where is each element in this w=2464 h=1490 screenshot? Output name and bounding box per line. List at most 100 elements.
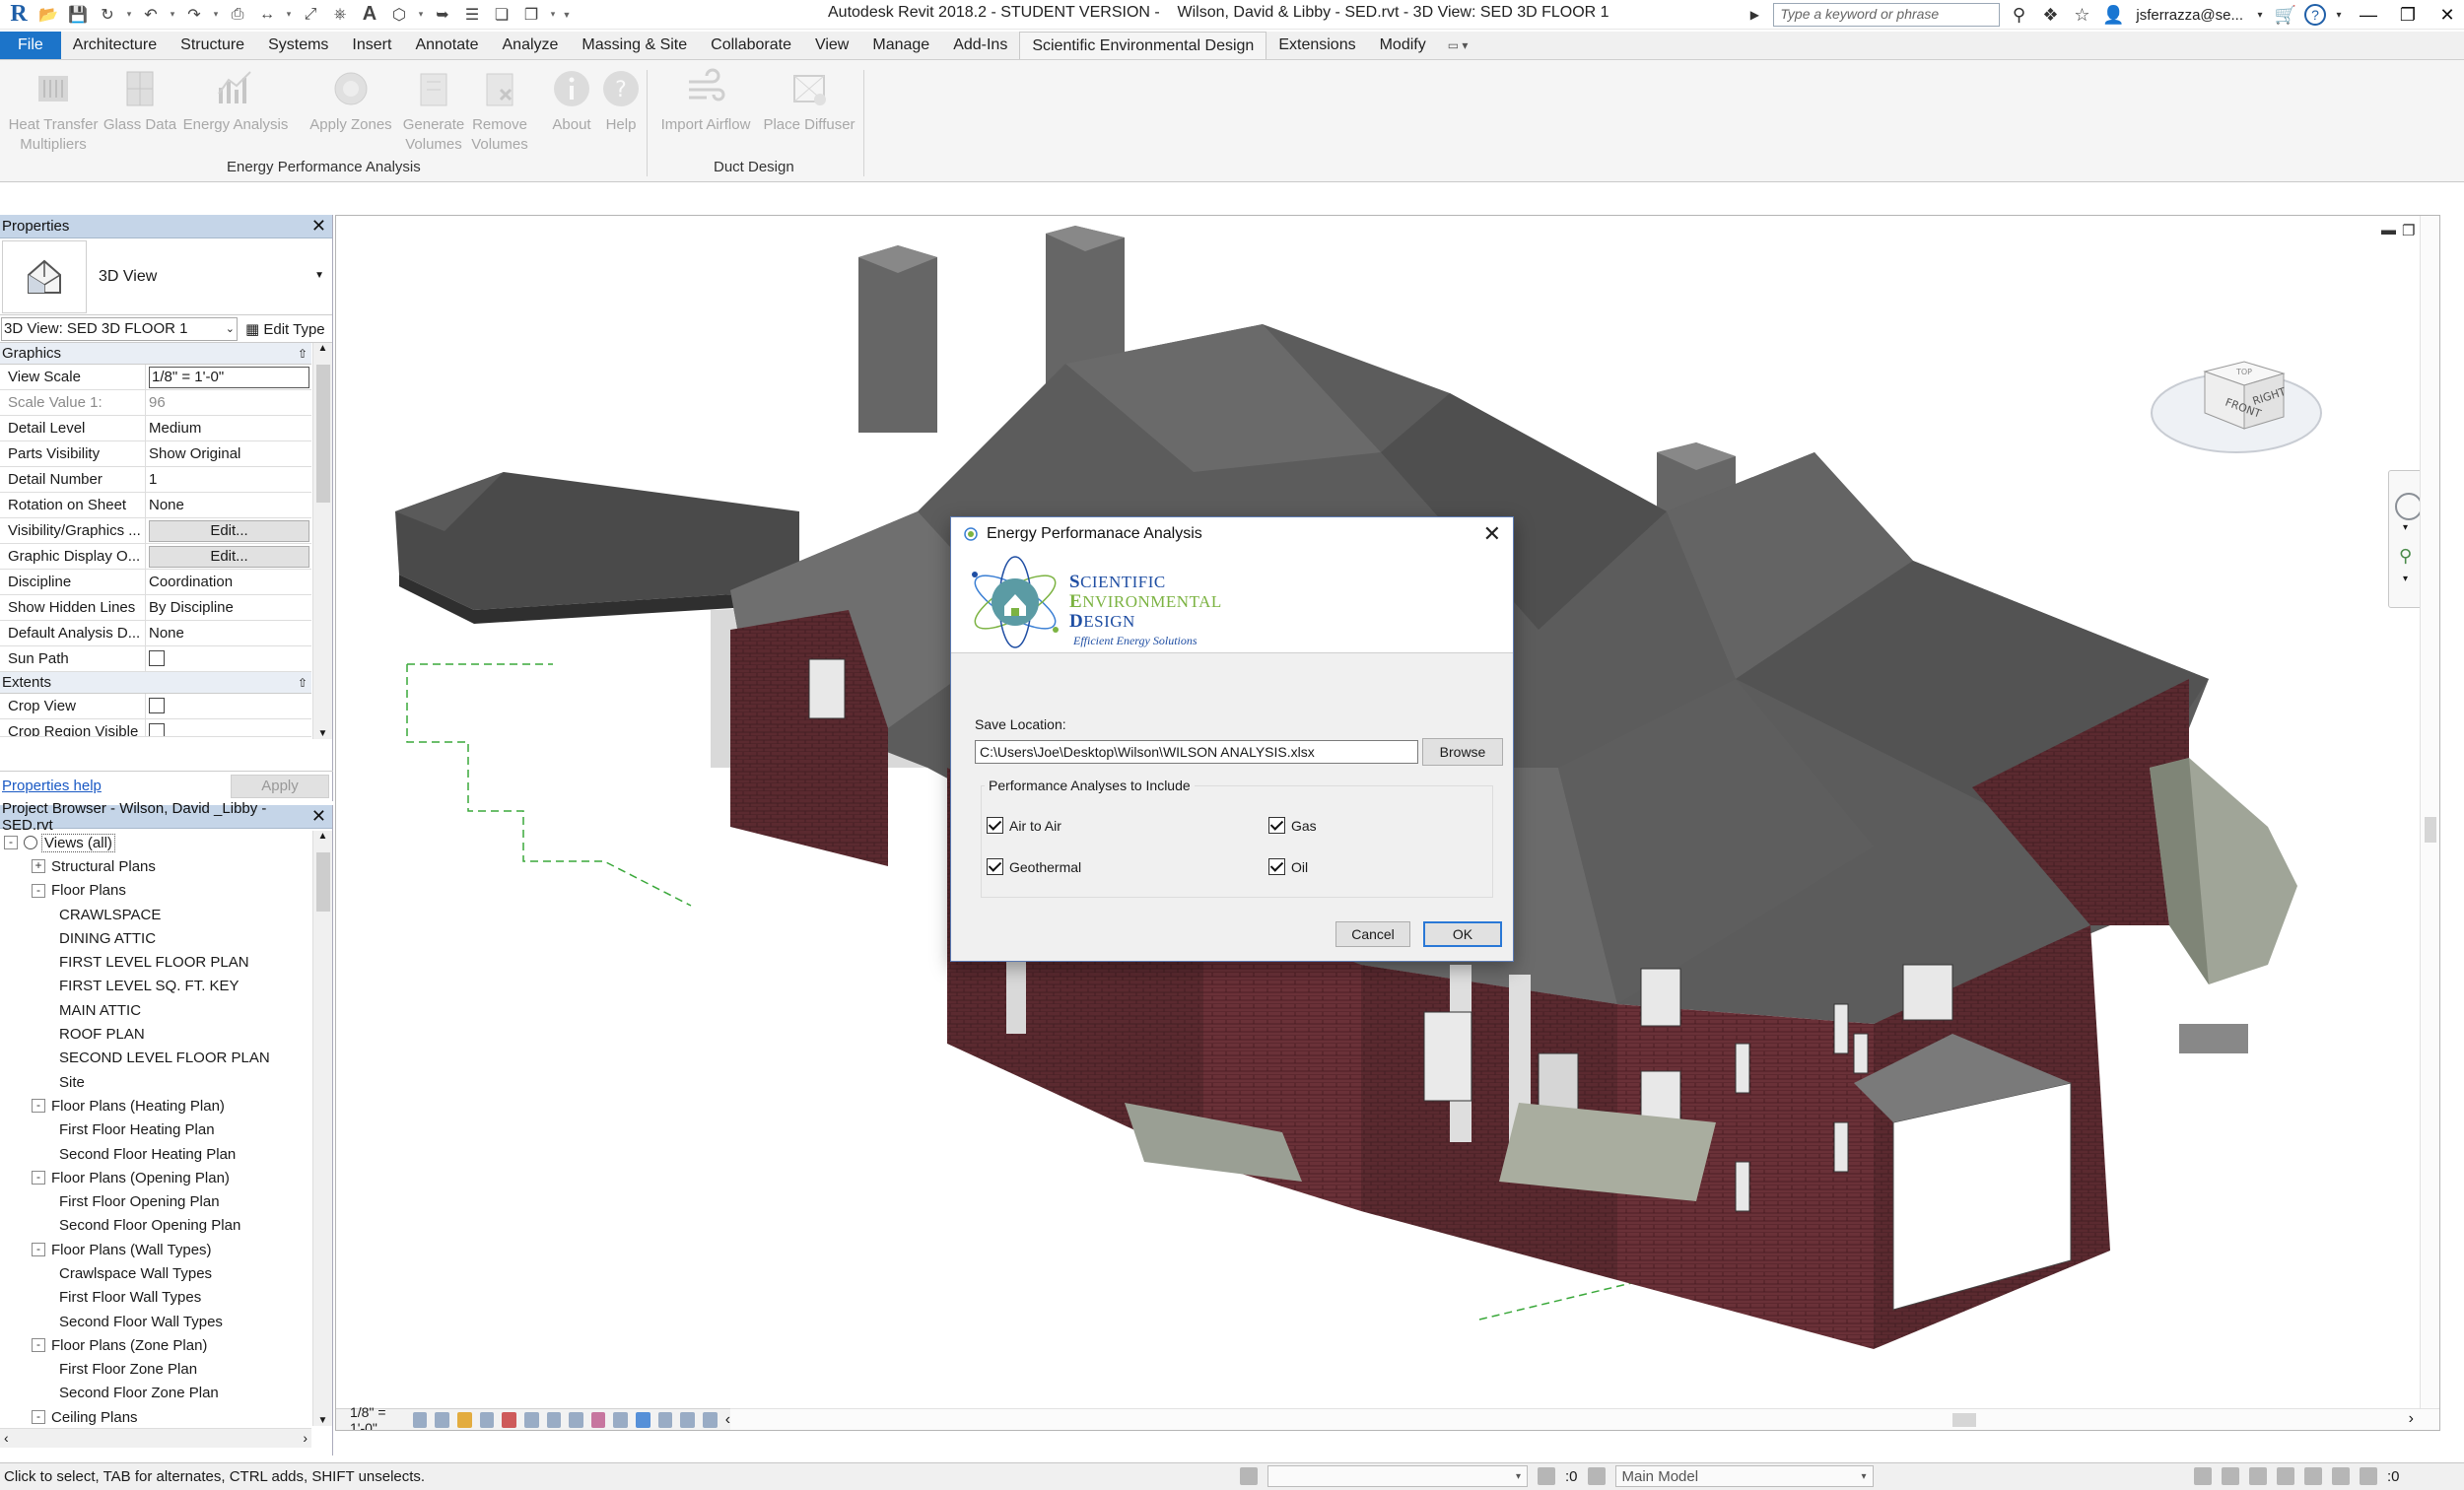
tree-item[interactable]: Second Floor Zone Plan [0,1382,311,1405]
default-3d-view-icon[interactable]: ⬡ [386,2,412,28]
sync-dropdown-icon[interactable]: ▾ [124,9,134,20]
scroll-up-icon[interactable]: ▲ [313,831,332,842]
ribbon-minimize-toggle-icon[interactable]: ▭ ▾ [1438,32,1478,59]
tab-modify[interactable]: Modify [1368,32,1438,59]
user-dropdown-icon[interactable]: ▾ [2253,2,2267,28]
tab-extensions[interactable]: Extensions [1266,32,1367,59]
highlight-displacement-icon[interactable] [657,1411,673,1428]
tree-item[interactable]: First Floor Zone Plan [0,1358,311,1382]
viewport-vscrollbar[interactable] [2420,216,2439,1410]
prop-value[interactable]: Coordination [146,570,311,594]
help-icon[interactable]: ? [2304,4,2326,26]
tree-item[interactable]: + Structural Plans [0,854,311,878]
minimize-icon[interactable]: — [2352,0,2385,30]
prop-value[interactable]: None [146,621,311,645]
zoom-dropdown-icon[interactable]: ▾ [2403,574,2408,584]
tab-massing-site[interactable]: Massing & Site [570,32,699,59]
design-option-select[interactable]: Main Model ▾ [1614,1465,1874,1487]
tree-item[interactable]: DINING ATTIC [0,926,311,950]
tree-item[interactable]: - Floor Plans (Zone Plan) [0,1333,311,1357]
filter-icon[interactable] [2360,1467,2377,1485]
project-browser-close-icon[interactable]: ✕ [311,806,326,827]
reveal-constraints-icon[interactable] [680,1411,696,1428]
viewcube-top-label[interactable]: TOP [2235,368,2252,376]
prop-row-parts-visibility[interactable]: Parts Visibility Show Original [0,441,311,467]
aligned-dimension-icon[interactable]: ⤢ [298,2,323,28]
favorites-star-icon[interactable]: ☆ [2069,2,2094,28]
app-store-cart-icon[interactable]: 🛒 [2273,2,2298,28]
show-crop-region-icon[interactable] [546,1411,562,1428]
checkbox-checked[interactable] [1268,817,1285,834]
tree-item[interactable]: MAIN ATTIC [0,998,311,1022]
browse-button[interactable]: Browse [1422,738,1503,766]
selection-filter-icon[interactable] [1538,1467,1555,1485]
binoculars-icon[interactable]: ⚲ [2006,2,2031,28]
sun-path-icon[interactable] [456,1411,472,1428]
tree-item[interactable]: First Floor Wall Types [0,1286,311,1310]
measure-icon[interactable]: ↔ [254,2,280,28]
scroll-thumb[interactable] [2425,817,2436,843]
tab-add-ins[interactable]: Add-Ins [941,32,1019,59]
select-underlay-icon[interactable] [2222,1467,2239,1485]
tab-annotate[interactable]: Annotate [403,32,490,59]
import-airflow-button[interactable]: Import Airflow [654,68,757,135]
dialog-close-icon[interactable]: ✕ [1483,521,1501,547]
tree-item[interactable]: Second Floor Opening Plan [0,1214,311,1238]
tree-item[interactable]: CRAWLSPACE [0,903,311,926]
switch-windows-icon[interactable]: ❐ [518,2,544,28]
tree-item[interactable]: Crawlspace Wall Types [0,1261,311,1285]
tree-item[interactable]: First Floor Heating Plan [0,1118,311,1142]
apply-button[interactable]: Apply [231,774,329,798]
user-icon[interactable]: 👤 [2100,2,2126,28]
properties-scrollbar[interactable]: ▲ ▼ [312,343,332,739]
edit-type-button[interactable]: ▦ Edit Type [245,320,325,338]
tab-architecture[interactable]: Architecture [61,32,169,59]
temporary-hide-icon[interactable] [590,1411,606,1428]
type-selector[interactable]: 3D View ▼ [0,238,332,315]
generate-volumes-button[interactable]: Generate Volumes [398,68,469,155]
3d-view-dropdown-icon[interactable]: ▾ [416,9,426,20]
prop-value[interactable]: 1 [146,467,311,492]
prop-row-detail-number[interactable]: Detail Number 1 [0,467,311,493]
thin-lines-icon[interactable]: ☰ [459,2,485,28]
checkbox-checked[interactable] [987,817,1003,834]
prop-value[interactable]: By Discipline [146,595,311,620]
revit-logo-icon[interactable]: R [6,1,32,28]
steering-wheel-icon[interactable] [2395,493,2423,520]
visibility-graphics-edit-button[interactable]: Edit... [149,520,309,542]
prop-value[interactable]: 1/8" = 1'-0" [146,365,311,389]
ok-button[interactable]: OK [1423,921,1502,947]
redo-icon[interactable]: ↷ [181,2,207,28]
help-search-input[interactable]: Type a keyword or phrase [1773,3,2001,27]
customize-qat-icon[interactable]: ▼ [562,10,572,20]
worksharing-icon[interactable] [1240,1467,1258,1485]
redo-dropdown-icon[interactable]: ▾ [211,9,221,20]
heat-transfer-multipliers-button[interactable]: Heat Transfer Multipliers [6,68,101,155]
scroll-thumb[interactable] [316,852,330,912]
tree-item[interactable]: - Floor Plans (Heating Plan) [0,1094,311,1118]
print-icon[interactable]: ⎙ [225,2,250,28]
prop-row-rotation-on-sheet[interactable]: Rotation on Sheet None [0,493,311,518]
prop-row-detail-level[interactable]: Detail Level Medium [0,416,311,441]
detail-level-icon[interactable] [412,1411,428,1428]
tree-item[interactable]: First Floor Opening Plan [0,1189,311,1213]
collapse-section-icon[interactable]: ⇧ [298,676,311,690]
crop-view-icon[interactable] [523,1411,539,1428]
select-links-icon[interactable] [2194,1467,2212,1485]
tab-view[interactable]: View [803,32,860,59]
zoom-region-icon[interactable]: ⚲ [2399,546,2412,567]
tab-collaborate[interactable]: Collaborate [699,32,803,59]
open-icon[interactable]: 📂 [35,2,61,28]
prop-value[interactable]: None [146,493,311,517]
expand-icon[interactable]: + [32,859,45,874]
drag-on-selection-icon[interactable] [2304,1467,2322,1485]
air-to-air-checkbox[interactable]: Air to Air [987,817,1061,834]
tree-item[interactable]: ROOF PLAN [0,1022,311,1046]
tree-item[interactable]: - Ceiling Plans [0,1405,311,1426]
steering-wheel-dropdown-icon[interactable]: ▾ [2403,522,2408,533]
tab-analyze[interactable]: Analyze [491,32,571,59]
text-icon[interactable]: A [357,2,382,28]
properties-help-link[interactable]: Properties help [2,778,102,794]
view-scale-label[interactable]: 1/8" = 1'-0" [350,1404,405,1431]
save-icon[interactable]: 💾 [65,2,91,28]
